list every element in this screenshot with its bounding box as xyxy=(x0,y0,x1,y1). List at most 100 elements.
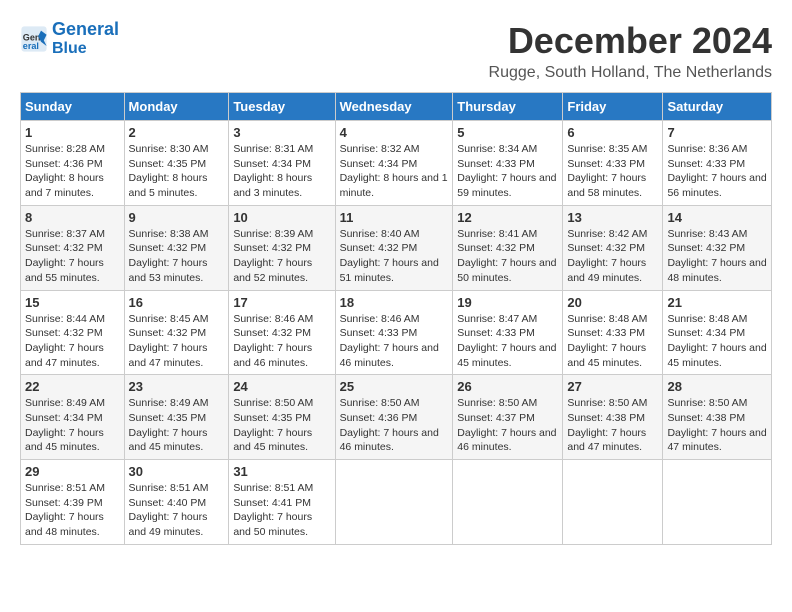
sunset-label: Sunset: 4:33 PM xyxy=(567,327,645,339)
day-info: Sunrise: 8:28 AM Sunset: 4:36 PM Dayligh… xyxy=(25,142,120,201)
sunset-label: Sunset: 4:33 PM xyxy=(457,327,535,339)
week-row-4: 22 Sunrise: 8:49 AM Sunset: 4:34 PM Dayl… xyxy=(21,375,772,460)
logo-name: General xyxy=(52,20,119,40)
daylight-label: Daylight: 7 hours and 47 minutes. xyxy=(129,342,208,369)
page-subtitle: Rugge, South Holland, The Netherlands xyxy=(489,64,772,82)
day-number: 24 xyxy=(233,379,330,394)
daylight-label: Daylight: 8 hours and 5 minutes. xyxy=(129,172,208,199)
sunset-label: Sunset: 4:32 PM xyxy=(340,242,418,254)
table-row xyxy=(335,460,453,545)
day-number: 6 xyxy=(567,125,658,140)
day-info: Sunrise: 8:46 AM Sunset: 4:33 PM Dayligh… xyxy=(340,312,449,371)
daylight-label: Daylight: 7 hours and 45 minutes. xyxy=(567,342,646,369)
sunrise-label: Sunrise: 8:36 AM xyxy=(667,143,747,155)
sunrise-label: Sunrise: 8:37 AM xyxy=(25,228,105,240)
table-row: 21 Sunrise: 8:48 AM Sunset: 4:34 PM Dayl… xyxy=(663,290,772,375)
sunset-label: Sunset: 4:36 PM xyxy=(25,158,103,170)
title-area: December 2024 Rugge, South Holland, The … xyxy=(489,20,772,82)
logo-icon: Gen eral xyxy=(20,25,48,53)
table-row: 18 Sunrise: 8:46 AM Sunset: 4:33 PM Dayl… xyxy=(335,290,453,375)
sunset-label: Sunset: 4:39 PM xyxy=(25,497,103,509)
table-row: 8 Sunrise: 8:37 AM Sunset: 4:32 PM Dayli… xyxy=(21,205,125,290)
daylight-label: Daylight: 7 hours and 45 minutes. xyxy=(25,427,104,454)
page-title: December 2024 xyxy=(489,20,772,62)
sunrise-label: Sunrise: 8:41 AM xyxy=(457,228,537,240)
week-row-3: 15 Sunrise: 8:44 AM Sunset: 4:32 PM Dayl… xyxy=(21,290,772,375)
table-row: 25 Sunrise: 8:50 AM Sunset: 4:36 PM Dayl… xyxy=(335,375,453,460)
table-row: 9 Sunrise: 8:38 AM Sunset: 4:32 PM Dayli… xyxy=(124,205,229,290)
day-info: Sunrise: 8:30 AM Sunset: 4:35 PM Dayligh… xyxy=(129,142,225,201)
sunrise-label: Sunrise: 8:45 AM xyxy=(129,313,209,325)
table-row xyxy=(453,460,563,545)
daylight-label: Daylight: 7 hours and 50 minutes. xyxy=(457,257,556,284)
sunrise-label: Sunrise: 8:50 AM xyxy=(457,397,537,409)
day-number: 1 xyxy=(25,125,120,140)
day-info: Sunrise: 8:37 AM Sunset: 4:32 PM Dayligh… xyxy=(25,227,120,286)
svg-text:eral: eral xyxy=(23,40,39,50)
sunset-label: Sunset: 4:38 PM xyxy=(667,412,745,424)
day-number: 10 xyxy=(233,210,330,225)
day-number: 13 xyxy=(567,210,658,225)
day-number: 9 xyxy=(129,210,225,225)
table-row: 16 Sunrise: 8:45 AM Sunset: 4:32 PM Dayl… xyxy=(124,290,229,375)
daylight-label: Daylight: 7 hours and 51 minutes. xyxy=(340,257,439,284)
table-row: 11 Sunrise: 8:40 AM Sunset: 4:32 PM Dayl… xyxy=(335,205,453,290)
daylight-label: Daylight: 7 hours and 49 minutes. xyxy=(129,511,208,538)
sunrise-label: Sunrise: 8:32 AM xyxy=(340,143,420,155)
daylight-label: Daylight: 8 hours and 7 minutes. xyxy=(25,172,104,199)
day-info: Sunrise: 8:41 AM Sunset: 4:32 PM Dayligh… xyxy=(457,227,558,286)
sunset-label: Sunset: 4:32 PM xyxy=(129,327,207,339)
day-number: 25 xyxy=(340,379,449,394)
col-monday: Monday xyxy=(124,93,229,121)
sunset-label: Sunset: 4:33 PM xyxy=(667,158,745,170)
table-row: 24 Sunrise: 8:50 AM Sunset: 4:35 PM Dayl… xyxy=(229,375,335,460)
sunrise-label: Sunrise: 8:51 AM xyxy=(25,482,105,494)
table-row: 2 Sunrise: 8:30 AM Sunset: 4:35 PM Dayli… xyxy=(124,121,229,206)
sunset-label: Sunset: 4:32 PM xyxy=(25,242,103,254)
table-row: 12 Sunrise: 8:41 AM Sunset: 4:32 PM Dayl… xyxy=(453,205,563,290)
day-number: 21 xyxy=(667,295,767,310)
day-number: 22 xyxy=(25,379,120,394)
table-row: 29 Sunrise: 8:51 AM Sunset: 4:39 PM Dayl… xyxy=(21,460,125,545)
logo: Gen eral General Blue xyxy=(20,20,119,57)
table-row: 6 Sunrise: 8:35 AM Sunset: 4:33 PM Dayli… xyxy=(563,121,663,206)
day-number: 29 xyxy=(25,464,120,479)
daylight-label: Daylight: 7 hours and 58 minutes. xyxy=(567,172,646,199)
sunset-label: Sunset: 4:34 PM xyxy=(25,412,103,424)
table-row: 31 Sunrise: 8:51 AM Sunset: 4:41 PM Dayl… xyxy=(229,460,335,545)
sunset-label: Sunset: 4:32 PM xyxy=(25,327,103,339)
day-number: 20 xyxy=(567,295,658,310)
table-row: 15 Sunrise: 8:44 AM Sunset: 4:32 PM Dayl… xyxy=(21,290,125,375)
table-row: 27 Sunrise: 8:50 AM Sunset: 4:38 PM Dayl… xyxy=(563,375,663,460)
sunset-label: Sunset: 4:36 PM xyxy=(340,412,418,424)
sunrise-label: Sunrise: 8:28 AM xyxy=(25,143,105,155)
sunrise-label: Sunrise: 8:35 AM xyxy=(567,143,647,155)
table-row: 1 Sunrise: 8:28 AM Sunset: 4:36 PM Dayli… xyxy=(21,121,125,206)
day-info: Sunrise: 8:50 AM Sunset: 4:35 PM Dayligh… xyxy=(233,396,330,455)
daylight-label: Daylight: 7 hours and 50 minutes. xyxy=(233,511,312,538)
daylight-label: Daylight: 8 hours and 3 minutes. xyxy=(233,172,312,199)
day-info: Sunrise: 8:38 AM Sunset: 4:32 PM Dayligh… xyxy=(129,227,225,286)
day-number: 3 xyxy=(233,125,330,140)
table-row xyxy=(563,460,663,545)
daylight-label: Daylight: 7 hours and 56 minutes. xyxy=(667,172,766,199)
day-info: Sunrise: 8:43 AM Sunset: 4:32 PM Dayligh… xyxy=(667,227,767,286)
sunrise-label: Sunrise: 8:31 AM xyxy=(233,143,313,155)
sunset-label: Sunset: 4:32 PM xyxy=(567,242,645,254)
day-info: Sunrise: 8:44 AM Sunset: 4:32 PM Dayligh… xyxy=(25,312,120,371)
daylight-label: Daylight: 8 hours and 1 minute. xyxy=(340,172,448,199)
sunset-label: Sunset: 4:34 PM xyxy=(667,327,745,339)
daylight-label: Daylight: 7 hours and 45 minutes. xyxy=(457,342,556,369)
page-header: Gen eral General Blue December 2024 Rugg… xyxy=(20,20,772,82)
daylight-label: Daylight: 7 hours and 47 minutes. xyxy=(567,427,646,454)
sunset-label: Sunset: 4:41 PM xyxy=(233,497,311,509)
sunrise-label: Sunrise: 8:46 AM xyxy=(233,313,313,325)
table-row: 20 Sunrise: 8:48 AM Sunset: 4:33 PM Dayl… xyxy=(563,290,663,375)
sunset-label: Sunset: 4:32 PM xyxy=(457,242,535,254)
sunset-label: Sunset: 4:32 PM xyxy=(233,327,311,339)
day-number: 14 xyxy=(667,210,767,225)
day-info: Sunrise: 8:50 AM Sunset: 4:37 PM Dayligh… xyxy=(457,396,558,455)
week-row-1: 1 Sunrise: 8:28 AM Sunset: 4:36 PM Dayli… xyxy=(21,121,772,206)
sunset-label: Sunset: 4:34 PM xyxy=(340,158,418,170)
table-row: 23 Sunrise: 8:49 AM Sunset: 4:35 PM Dayl… xyxy=(124,375,229,460)
